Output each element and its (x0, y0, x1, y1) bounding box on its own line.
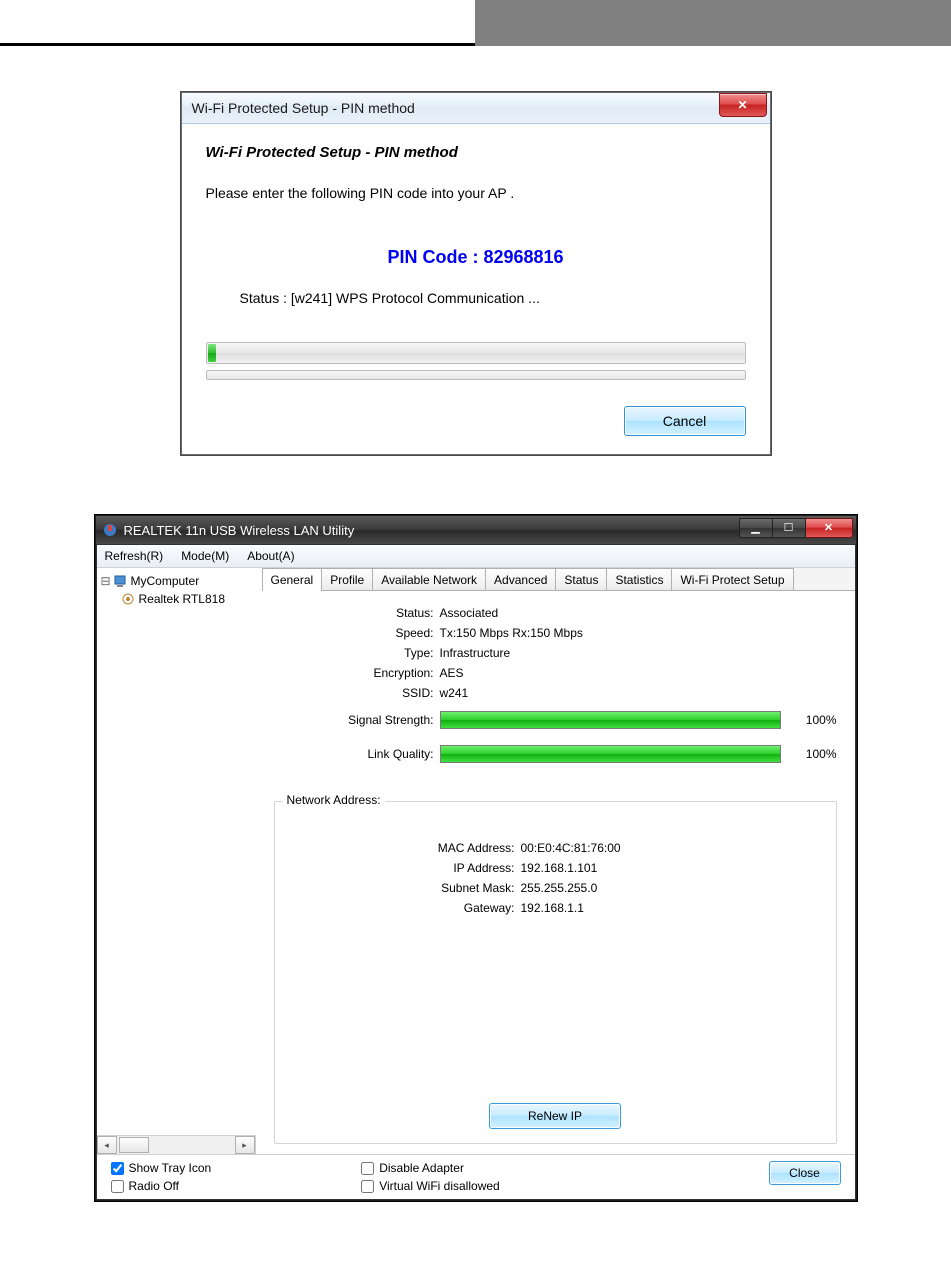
signal-bar (440, 711, 781, 729)
virtual-wifi-checkbox[interactable]: Virtual WiFi disallowed (361, 1179, 500, 1193)
minimize-icon: ▁ (751, 521, 759, 534)
wps-status: Status : [w241] WPS Protocol Communicati… (240, 290, 746, 306)
tree-adapter[interactable]: Realtek RTL818 (101, 590, 259, 608)
gateway-label: Gateway: (285, 901, 521, 915)
pin-code: PIN Code : 82968816 (206, 247, 746, 268)
progress-bar-secondary (206, 370, 746, 380)
wps-pin-dialog: Wi-Fi Protected Setup - PIN method ✕ Wi-… (181, 92, 771, 455)
tree-root-label: MyComputer (131, 574, 200, 588)
tree-scrollbar[interactable]: ◂ ▸ (97, 1135, 255, 1154)
close-button-label: Close (789, 1166, 820, 1180)
dialog-close-button[interactable]: ✕ (719, 93, 767, 117)
tab-general[interactable]: General (262, 568, 323, 591)
close-icon: ✕ (824, 521, 833, 534)
cancel-button[interactable]: Cancel (624, 406, 746, 436)
page-header-bar (0, 0, 951, 46)
network-address-group: Network Address: MAC Address:00:E0:4C:81… (274, 801, 837, 1144)
link-percent: 100% (781, 747, 837, 761)
ssid-value: w241 (440, 686, 837, 700)
renew-ip-label: ReNew IP (528, 1109, 582, 1123)
tab-available-network[interactable]: Available Network (372, 568, 486, 590)
mac-label: MAC Address: (285, 841, 521, 855)
show-tray-checkbox[interactable]: Show Tray Icon (111, 1161, 212, 1175)
link-bar (440, 745, 781, 763)
mac-value: 00:E0:4C:81:76:00 (521, 841, 826, 855)
encryption-label: Encryption: (274, 666, 440, 680)
tab-wps[interactable]: Wi-Fi Protect Setup (671, 568, 793, 590)
encryption-value: AES (440, 666, 837, 680)
type-label: Type: (274, 646, 440, 660)
tab-profile[interactable]: Profile (321, 568, 373, 590)
tab-status[interactable]: Status (555, 568, 607, 590)
minimize-button[interactable]: ▁ (739, 518, 773, 538)
signal-percent: 100% (781, 713, 837, 727)
tab-statistics[interactable]: Statistics (606, 568, 672, 590)
disable-adapter-input[interactable] (361, 1162, 374, 1175)
window-titlebar[interactable]: REALTEK 11n USB Wireless LAN Utility ▁ ☐… (96, 516, 856, 544)
tree-adapter-label: Realtek RTL818 (139, 592, 226, 606)
scroll-thumb[interactable] (119, 1137, 149, 1153)
radio-off-checkbox[interactable]: Radio Off (111, 1179, 212, 1193)
speed-value: Tx:150 Mbps Rx:150 Mbps (440, 626, 837, 640)
speed-label: Speed: (274, 626, 440, 640)
scroll-right-icon[interactable]: ▸ (235, 1136, 255, 1154)
computer-icon (113, 574, 129, 588)
ip-label: IP Address: (285, 861, 521, 875)
ssid-label: SSID: (274, 686, 440, 700)
status-value: Associated (440, 606, 837, 620)
dialog-heading: Wi-Fi Protected Setup - PIN method (206, 144, 746, 161)
cancel-button-label: Cancel (663, 413, 707, 429)
maximize-icon: ☐ (784, 521, 794, 534)
menu-refresh[interactable]: Refresh(R) (105, 549, 164, 563)
ip-value: 192.168.1.101 (521, 861, 826, 875)
device-tree[interactable]: ⊟ MyComputer Realtek RTL818 (97, 568, 263, 1135)
link-label: Link Quality: (274, 747, 440, 761)
tab-advanced[interactable]: Advanced (485, 568, 556, 590)
tab-strip: General Profile Available Network Advanc… (256, 568, 855, 591)
show-tray-input[interactable] (111, 1162, 124, 1175)
close-button[interactable]: Close (769, 1161, 841, 1185)
dialog-title: Wi-Fi Protected Setup - PIN method (192, 100, 415, 116)
tab-general-body: Status:Associated Speed:Tx:150 Mbps Rx:1… (256, 591, 855, 1154)
network-address-legend: Network Address: (283, 793, 385, 807)
menu-mode[interactable]: Mode(M) (181, 549, 229, 563)
dialog-message: Please enter the following PIN code into… (206, 185, 746, 201)
signal-label: Signal Strength: (274, 713, 440, 727)
radio-off-input[interactable] (111, 1180, 124, 1193)
adapter-icon (121, 592, 137, 606)
status-label: Status: (274, 606, 440, 620)
menu-bar: Refresh(R) Mode(M) About(A) (97, 545, 855, 568)
window-title: REALTEK 11n USB Wireless LAN Utility (124, 523, 355, 538)
dialog-titlebar[interactable]: Wi-Fi Protected Setup - PIN method ✕ (182, 93, 770, 124)
subnet-value: 255.255.255.0 (521, 881, 826, 895)
tree-root[interactable]: ⊟ MyComputer (101, 572, 259, 590)
app-icon (102, 522, 118, 538)
window-close-button[interactable]: ✕ (806, 518, 853, 538)
utility-window: REALTEK 11n USB Wireless LAN Utility ▁ ☐… (95, 515, 857, 1201)
tree-collapse-icon[interactable]: ⊟ (101, 574, 113, 588)
maximize-button[interactable]: ☐ (773, 518, 806, 538)
gateway-value: 192.168.1.1 (521, 901, 826, 915)
disable-adapter-checkbox[interactable]: Disable Adapter (361, 1161, 500, 1175)
menu-about[interactable]: About(A) (247, 549, 294, 563)
subnet-label: Subnet Mask: (285, 881, 521, 895)
renew-ip-button[interactable]: ReNew IP (489, 1103, 621, 1129)
progress-bar-main (206, 342, 746, 364)
scroll-left-icon[interactable]: ◂ (97, 1136, 117, 1154)
virtual-wifi-input[interactable] (361, 1180, 374, 1193)
close-icon: ✕ (737, 98, 747, 112)
window-footer: Show Tray Icon Radio Off Disable Adapter… (97, 1154, 855, 1199)
type-value: Infrastructure (440, 646, 837, 660)
